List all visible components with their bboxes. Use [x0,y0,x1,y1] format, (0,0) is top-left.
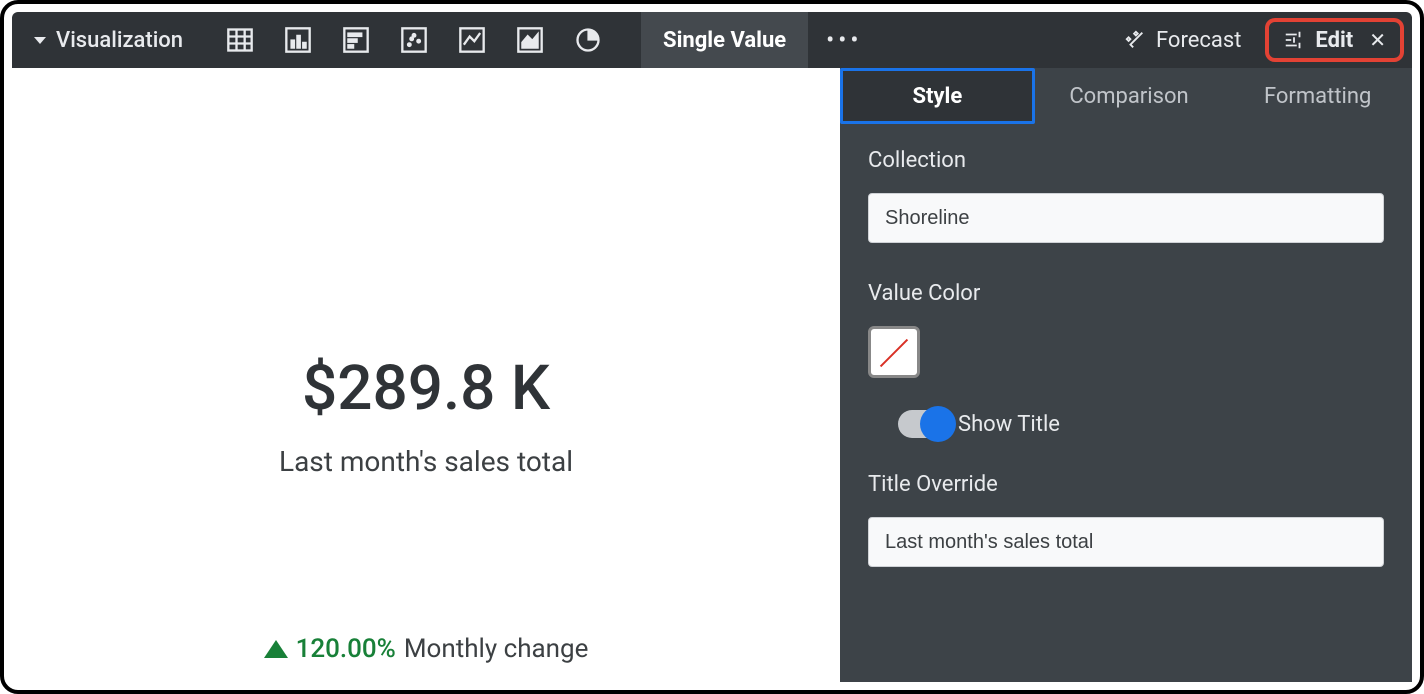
tab-comparison[interactable]: Comparison [1035,68,1224,124]
comparison-label: Monthly change [404,634,589,664]
collection-label: Collection [868,148,1384,173]
show-title-toggle[interactable] [898,410,952,438]
tab-formatting[interactable]: Formatting [1223,68,1412,124]
line-chart-icon[interactable] [457,25,487,55]
collection-input[interactable] [868,193,1384,243]
edit-button[interactable]: Edit ✕ [1265,18,1404,62]
close-icon[interactable]: ✕ [1369,28,1386,52]
table-icon[interactable] [225,25,255,55]
edit-label: Edit [1315,28,1353,53]
visualization-toolbar: Visualization [12,12,1412,68]
up-arrow-icon [264,640,288,658]
value-color-label: Value Color [868,281,1384,306]
ellipsis-icon: ••• [826,26,862,54]
visualization-canvas: $289.8 K Last month's sales total 120.00… [12,68,840,682]
tune-icon [1283,29,1305,51]
visualization-label: Visualization [56,28,183,53]
tab-style[interactable]: Style [840,68,1035,124]
forecast-label: Forecast [1156,28,1241,53]
more-viz-button[interactable]: ••• [808,12,880,68]
forecast-button[interactable]: Forecast [1106,12,1259,68]
show-title-label: Show Title [958,412,1060,437]
visualization-dropdown[interactable]: Visualization [12,12,205,68]
caret-down-icon [34,37,46,44]
edit-side-panel: Style Comparison Formatting Collection V… [840,68,1412,682]
title-override-label: Title Override [868,472,1384,497]
single-value-label: Single Value [663,28,786,53]
panel-tabs: Style Comparison Formatting [840,68,1412,124]
pie-chart-icon[interactable] [573,25,603,55]
value-color-swatch[interactable] [868,326,920,378]
viz-type-icons [205,25,623,55]
single-value-button[interactable]: Single Value [641,12,808,68]
single-value-title: Last month's sales total [279,445,573,478]
title-override-input[interactable] [868,517,1384,567]
sparkle-icon [1124,29,1146,51]
horizontal-bar-icon[interactable] [341,25,371,55]
comparison-row: 120.00% Monthly change [264,634,589,664]
comparison-percent: 120.00% [296,634,396,664]
area-chart-icon[interactable] [515,25,545,55]
scatter-icon[interactable] [399,25,429,55]
single-value-display: $289.8 K [302,352,550,425]
bar-chart-icon[interactable] [283,25,313,55]
